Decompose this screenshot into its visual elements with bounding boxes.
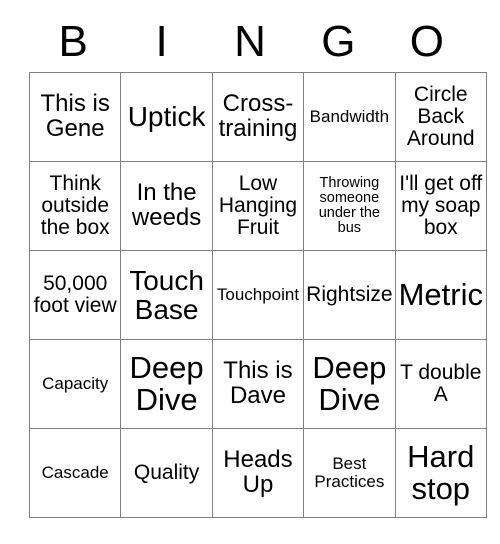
bingo-cell-text: 50,000 foot view — [33, 272, 117, 317]
bingo-cell-b5[interactable]: Cascade — [28, 428, 122, 518]
bingo-cell-text: Throwing someone under the bus — [318, 174, 380, 237]
bingo-row: Capacity Deep Dive This is Dave Deep Div… — [28, 339, 487, 429]
bingo-row: Think outside the box In the weeds Low H… — [28, 161, 487, 251]
bingo-row: 50,000 foot view Touch Base Touchpoint R… — [28, 250, 487, 340]
bingo-cell-n3[interactable]: Touchpoint — [211, 250, 305, 340]
bingo-cell-text: Bandwidth — [309, 107, 390, 127]
bingo-cell-g3[interactable]: Rightsize — [303, 250, 396, 340]
bingo-cell-text: Cascade — [41, 463, 109, 483]
bingo-cell-b1[interactable]: This is Gene — [28, 72, 122, 162]
bingo-cell-i5[interactable]: Quality — [120, 428, 213, 518]
bingo-cell-text: Best Practices — [314, 454, 385, 491]
bingo-header-letter-o: O — [409, 17, 444, 66]
bingo-cell-o2[interactable]: I'll get off my soap box — [394, 161, 487, 251]
bingo-cell-text: Metric — [398, 276, 483, 312]
bingo-cell-o1[interactable]: Circle Back Around — [394, 72, 487, 162]
bingo-cell-text: This is Dave — [223, 357, 293, 409]
bingo-cell-n5[interactable]: Heads Up — [211, 428, 305, 518]
bingo-cell-b4[interactable]: Capacity — [28, 339, 122, 429]
bingo-cell-text: Quality — [133, 461, 200, 485]
bingo-cell-text: Capacity — [42, 374, 109, 394]
bingo-cell-o5[interactable]: Hard stop — [394, 428, 487, 518]
bingo-cell-b2[interactable]: Think outside the box — [28, 161, 122, 251]
bingo-cell-g1[interactable]: Bandwidth — [303, 72, 396, 162]
bingo-cell-text: Cross-training — [218, 90, 298, 142]
bingo-cell-n4[interactable]: This is Dave — [211, 339, 305, 429]
bingo-cell-text: Heads Up — [223, 446, 293, 498]
bingo-cell-text: In the weeds — [131, 179, 202, 231]
bingo-cell-text: Low Hanging Fruit — [218, 172, 298, 239]
bingo-cell-text: T double A — [400, 361, 482, 406]
bingo-cell-i2[interactable]: In the weeds — [120, 161, 213, 251]
bingo-header-letter-i: I — [155, 17, 168, 66]
bingo-cell-i1[interactable]: Uptick — [120, 72, 213, 162]
bingo-header-row: B I N G O — [29, 12, 471, 72]
bingo-cell-i4[interactable]: Deep Dive — [120, 339, 213, 429]
bingo-cell-text: Rightsize — [306, 283, 393, 307]
bingo-cell-text: I'll get off my soap box — [399, 172, 483, 239]
bingo-row: This is Gene Uptick Cross-training Bandw… — [28, 72, 487, 162]
bingo-cell-text: Deep Dive — [312, 349, 387, 417]
bingo-grid: This is Gene Uptick Cross-training Bandw… — [28, 72, 487, 518]
bingo-cell-text: Deep Dive — [129, 349, 204, 417]
bingo-cell-text: Hard stop — [407, 438, 475, 506]
bingo-header-letter-b: B — [58, 17, 88, 66]
bingo-cell-text: Think outside the box — [40, 172, 110, 239]
bingo-cell-text: Circle Back Around — [406, 83, 475, 150]
bingo-card: B I N G O This is Gene Uptick Cross-trai… — [28, 12, 487, 518]
bingo-cell-g5[interactable]: Best Practices — [303, 428, 396, 518]
bingo-cell-o3[interactable]: Metric — [394, 250, 487, 340]
bingo-cell-n2[interactable]: Low Hanging Fruit — [211, 161, 305, 251]
bingo-row: Cascade Quality Heads Up Best Practices … — [28, 428, 487, 518]
bingo-cell-o4[interactable]: T double A — [394, 339, 487, 429]
bingo-cell-text: Uptick — [127, 101, 206, 133]
bingo-cell-i3[interactable]: Touch Base — [120, 250, 213, 340]
bingo-cell-g4[interactable]: Deep Dive — [303, 339, 396, 429]
bingo-header-letter-n: N — [234, 17, 266, 66]
bingo-header-letter-g: G — [321, 17, 356, 66]
bingo-cell-b3[interactable]: 50,000 foot view — [28, 250, 122, 340]
bingo-cell-text: Touch Base — [129, 264, 204, 325]
bingo-cell-n1[interactable]: Cross-training — [211, 72, 305, 162]
bingo-cell-g2[interactable]: Throwing someone under the bus — [303, 161, 396, 251]
bingo-cell-text: This is Gene — [40, 90, 110, 142]
bingo-cell-text: Touchpoint — [216, 285, 300, 305]
